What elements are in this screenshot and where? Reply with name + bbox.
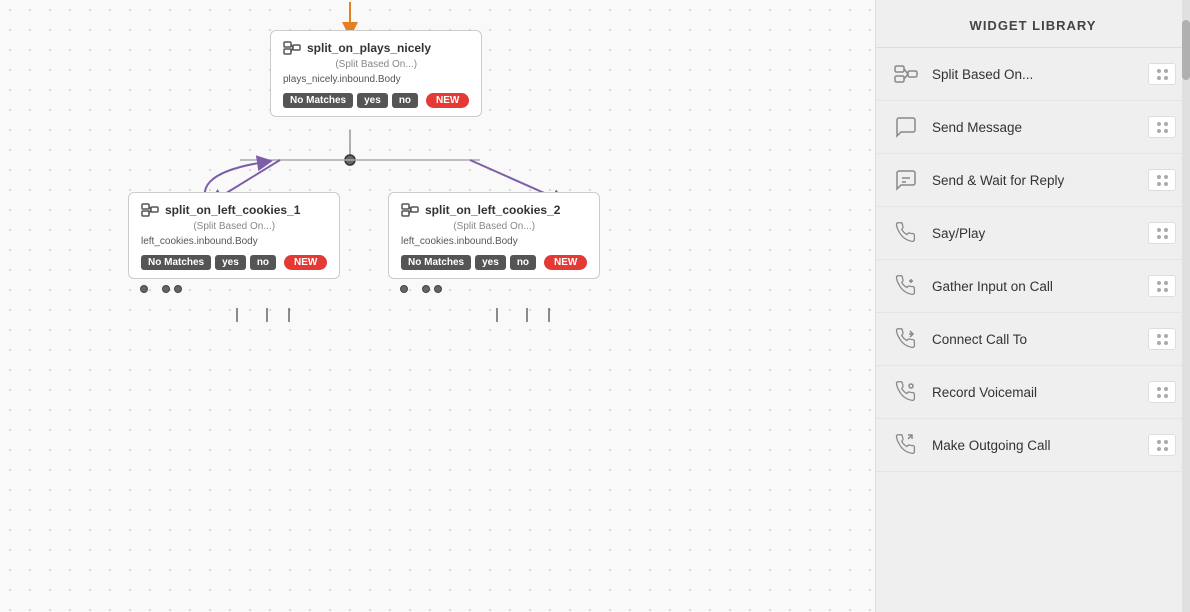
right-node-label: split_on_left_cookies_2 xyxy=(425,203,560,217)
left-node-label: split_on_left_cookies_1 xyxy=(165,203,300,217)
widget-send-wait-drag[interactable] xyxy=(1148,169,1176,191)
widget-record-drag[interactable] xyxy=(1148,381,1176,403)
right-connector-1 xyxy=(400,285,408,293)
main-node-subtitle: (Split Based On...) xyxy=(283,59,469,70)
right-node-subtitle: (Split Based On...) xyxy=(401,221,587,232)
left-badge-no-matches: No Matches xyxy=(141,255,211,270)
widget-connect-call-to[interactable]: Connect Call To xyxy=(876,313,1190,366)
widget-gather-input-call[interactable]: Gather Input on Call xyxy=(876,260,1190,313)
left-connector-2 xyxy=(162,285,170,293)
right-badge-no: no xyxy=(510,255,536,270)
widget-list: Split Based On... Send Message xyxy=(876,48,1190,612)
right-connector-2 xyxy=(422,285,430,293)
widget-gather-drag[interactable] xyxy=(1148,275,1176,297)
widget-record-label: Record Voicemail xyxy=(932,385,1148,400)
widget-send-wait-reply[interactable]: Send & Wait for Reply xyxy=(876,154,1190,207)
widget-say-play[interactable]: Say/Play xyxy=(876,207,1190,260)
left-connector-1 xyxy=(140,285,148,293)
widget-library-sidebar: WIDGET LIBRARY Split Based On... xyxy=(875,0,1190,612)
widget-connect-drag[interactable] xyxy=(1148,328,1176,350)
main-node-body: plays_nicely.inbound.Body xyxy=(283,74,469,85)
left-child-node[interactable]: split_on_left_cookies_1 (Split Based On.… xyxy=(128,192,340,299)
left-node-badges: No Matches yes no NEW xyxy=(141,255,327,270)
say-play-icon xyxy=(890,217,922,249)
split-icon-right xyxy=(401,201,419,219)
widget-split-drag-handle[interactable] xyxy=(1148,63,1176,85)
left-badge-yes: yes xyxy=(215,255,246,270)
split-icon-left xyxy=(141,201,159,219)
record-voicemail-icon xyxy=(890,376,922,408)
send-wait-reply-icon xyxy=(890,164,922,196)
widget-connect-label: Connect Call To xyxy=(932,332,1148,347)
gather-input-icon xyxy=(890,270,922,302)
widget-send-wait-label: Send & Wait for Reply xyxy=(932,173,1148,188)
widget-send-message-label: Send Message xyxy=(932,120,1148,135)
split-icon xyxy=(283,39,301,57)
right-connector-3 xyxy=(434,285,442,293)
split-based-on-icon xyxy=(890,58,922,90)
left-node-body: left_cookies.inbound.Body xyxy=(141,236,327,247)
make-outgoing-call-icon xyxy=(890,429,922,461)
right-child-node[interactable]: split_on_left_cookies_2 (Split Based On.… xyxy=(388,192,600,299)
main-node-label: split_on_plays_nicely xyxy=(307,41,431,55)
left-node-subtitle: (Split Based On...) xyxy=(141,221,327,232)
left-connector-3 xyxy=(174,285,182,293)
right-node-body: left_cookies.inbound.Body xyxy=(401,236,587,247)
send-message-icon xyxy=(890,111,922,143)
widget-say-play-drag[interactable] xyxy=(1148,222,1176,244)
widget-send-message[interactable]: Send Message xyxy=(876,101,1190,154)
widget-record-voicemail[interactable]: Record Voicemail xyxy=(876,366,1190,419)
canvas-area[interactable]: split_on_plays_nicely (Split Based On...… xyxy=(0,0,875,612)
widget-split-based-on[interactable]: Split Based On... xyxy=(876,48,1190,101)
right-badge-no-matches: No Matches xyxy=(401,255,471,270)
right-badge-new: NEW xyxy=(544,255,587,270)
main-node-badges: No Matches yes no NEW xyxy=(283,93,469,108)
right-badge-yes: yes xyxy=(475,255,506,270)
badge-new: NEW xyxy=(426,93,469,108)
connect-call-icon xyxy=(890,323,922,355)
main-node[interactable]: split_on_plays_nicely (Split Based On...… xyxy=(270,30,482,117)
sidebar-scrollbar[interactable] xyxy=(1182,0,1190,612)
widget-gather-label: Gather Input on Call xyxy=(932,279,1148,294)
badge-yes: yes xyxy=(357,93,388,108)
widget-split-label: Split Based On... xyxy=(932,67,1148,82)
widget-send-message-drag[interactable] xyxy=(1148,116,1176,138)
right-connectors xyxy=(388,279,600,299)
sidebar-header: WIDGET LIBRARY xyxy=(876,0,1190,48)
left-connectors xyxy=(128,279,340,299)
widget-make-outgoing-call[interactable]: Make Outgoing Call xyxy=(876,419,1190,472)
widget-outgoing-drag[interactable] xyxy=(1148,434,1176,456)
scrollbar-thumb[interactable] xyxy=(1182,20,1190,80)
badge-no: no xyxy=(392,93,418,108)
left-badge-no: no xyxy=(250,255,276,270)
badge-no-matches: No Matches xyxy=(283,93,353,108)
widget-say-play-label: Say/Play xyxy=(932,226,1148,241)
widget-outgoing-label: Make Outgoing Call xyxy=(932,438,1148,453)
right-node-badges: No Matches yes no NEW xyxy=(401,255,587,270)
left-badge-new: NEW xyxy=(284,255,327,270)
